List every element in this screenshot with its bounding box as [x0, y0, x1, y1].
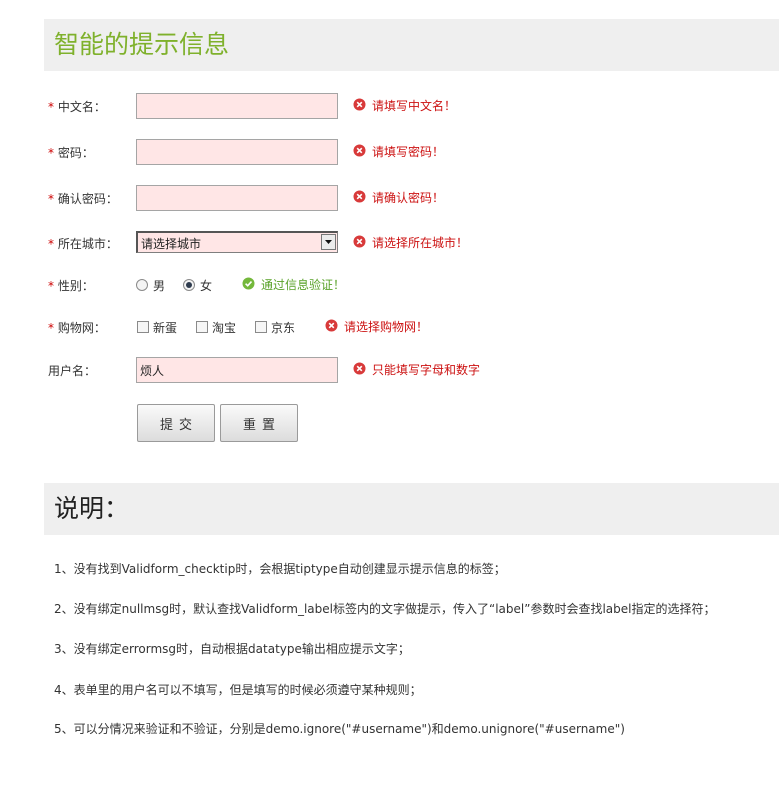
gender-option-label: 女 — [200, 279, 213, 293]
required-mark: * — [48, 100, 54, 114]
required-mark: * — [48, 321, 54, 335]
label-text: 确认密码： — [57, 192, 118, 206]
chinese-name-input[interactable] — [136, 93, 338, 119]
tip-text: 请选择购物网！ — [344, 320, 429, 334]
note-item: 2、没有绑定nullmsg时，默认查找Validform_label标签内的文字… — [54, 602, 716, 616]
error-icon — [325, 319, 338, 332]
username-label: 用户名： — [48, 364, 97, 378]
error-icon — [353, 98, 366, 111]
success-check-icon — [242, 277, 255, 290]
row-confirm-password: * 确认密码： 请确认密码！ — [0, 185, 779, 211]
tip-text: 请填写密码！ — [372, 145, 445, 159]
notes-title: 说明： — [54, 494, 130, 523]
password-label: * 密码： — [48, 144, 94, 161]
tip-text: 请选择所在城市！ — [372, 236, 469, 250]
required-mark: * — [48, 237, 54, 251]
shopping-label: * 购物网： — [48, 319, 106, 336]
label-text: 密码： — [57, 146, 94, 160]
checkbox-option-label: 京东 — [271, 321, 296, 335]
required-mark: * — [48, 192, 54, 206]
error-icon — [353, 190, 366, 203]
label-text: 购物网： — [57, 321, 106, 335]
row-shopping: * 购物网： 新蛋 淘宝 京东 请选择购物网！ — [0, 314, 779, 340]
gender-radio-male[interactable] — [136, 279, 148, 291]
label-text: 所在城市： — [57, 237, 118, 251]
notes-header: 说明： — [44, 483, 779, 535]
row-username: 用户名： 只能填写字母和数字 — [0, 357, 779, 383]
note-item: 5、可以分情况来验证和不验证，分别是demo.ignore("#username… — [54, 722, 625, 736]
page-title: 智能的提示信息 — [54, 30, 230, 59]
checkbox-taobao[interactable] — [196, 321, 208, 333]
username-input[interactable] — [136, 357, 338, 383]
note-item: 3、没有绑定errormsg时，自动根据datatype输出相应提示文字； — [54, 642, 410, 656]
confirm-password-input[interactable] — [136, 185, 338, 211]
checkbox-option-label: 新蛋 — [153, 321, 178, 335]
tip-text: 只能填写字母和数字 — [372, 363, 481, 377]
label-text: 中文名： — [57, 100, 106, 114]
note-item: 1、没有找到Validform_checktip时，会根据tiptype自动创建… — [54, 562, 506, 576]
row-chinese-name: * 中文名： 请填写中文名！ — [0, 93, 779, 119]
required-mark: * — [48, 279, 54, 293]
submit-button[interactable]: 提交 — [137, 404, 215, 442]
gender-option-label: 男 — [153, 279, 166, 293]
tip-text: 请确认密码！ — [372, 191, 445, 205]
dropdown-arrow-glyph — [325, 240, 332, 244]
reset-button[interactable]: 重置 — [220, 404, 298, 442]
label-text: 性别： — [57, 279, 94, 293]
city-label: * 所在城市： — [48, 235, 118, 252]
tip-text: 请填写中文名！ — [372, 99, 457, 113]
password-input[interactable] — [136, 139, 338, 165]
error-icon — [353, 144, 366, 157]
row-city: * 所在城市： 请选择城市 请选择所在城市！ — [0, 231, 779, 257]
error-icon — [353, 235, 366, 248]
city-select[interactable]: 请选择城市 — [136, 231, 338, 253]
checkbox-option-label: 淘宝 — [212, 321, 237, 335]
confirm-password-label: * 确认密码： — [48, 190, 118, 207]
error-icon — [353, 362, 366, 375]
form-header: 智能的提示信息 — [44, 19, 779, 71]
note-item: 4、表单里的用户名可以不填写，但是填写的时候必须遵守某种规则； — [54, 683, 422, 697]
chinese-name-label: * 中文名： — [48, 98, 106, 115]
city-select-value: 请选择城市 — [141, 237, 202, 251]
gender-radio-female[interactable] — [183, 279, 195, 291]
required-mark: * — [48, 146, 54, 160]
row-gender: * 性别： 男 女 通过信息验证！ — [0, 272, 779, 298]
checkbox-xindan[interactable] — [137, 321, 149, 333]
row-password: * 密码： 请填写密码！ — [0, 139, 779, 165]
tip-text: 通过信息验证！ — [261, 278, 346, 292]
chevron-down-icon[interactable] — [321, 234, 336, 250]
gender-label: * 性别： — [48, 277, 94, 294]
checkbox-jingdong[interactable] — [255, 321, 267, 333]
